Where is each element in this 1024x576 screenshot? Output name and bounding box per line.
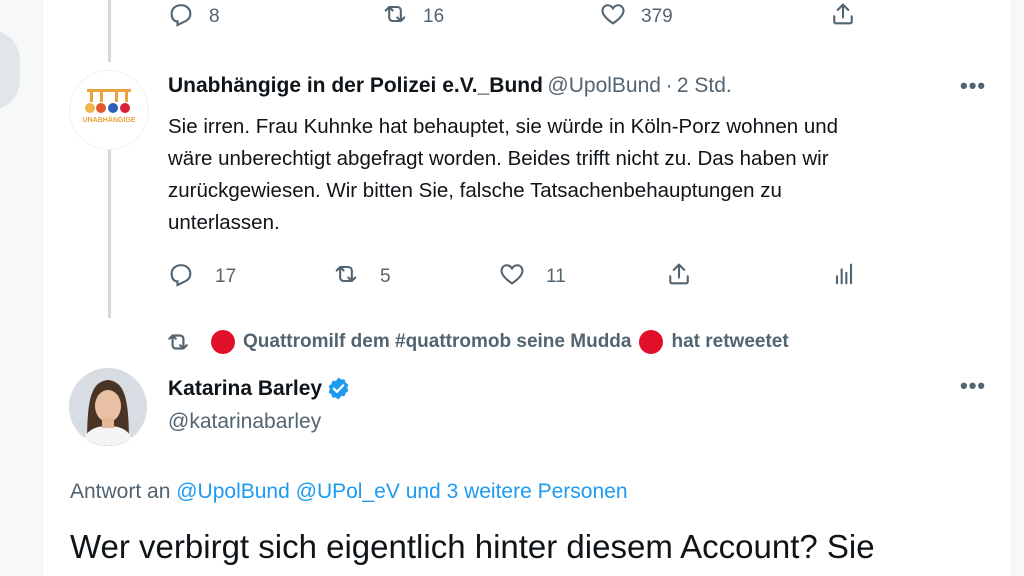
thread-connector-middle (108, 150, 111, 318)
reply-context: Antwort an @UpolBund @UPol_eV und 3 weit… (70, 480, 628, 504)
tweet1-time[interactable]: 2 Std. (677, 74, 732, 97)
tweet2-handle[interactable]: @katarinabarley (168, 410, 321, 434)
mention-upolbund[interactable]: @UpolBund (176, 480, 290, 503)
profile-photo-icon (69, 368, 147, 446)
tweet1-analytics-action[interactable] (830, 260, 858, 294)
retweeted-label: hat retweetet (671, 331, 789, 352)
reply-icon (167, 260, 195, 294)
tweet1-reply-count: 17 (215, 266, 237, 287)
tweet1-text-line: wäre unberechtigt abgefragt worden. Beid… (168, 147, 829, 170)
tweet2-header: Katarina Barley (168, 376, 351, 401)
reply-and: und (405, 480, 441, 503)
reply-action[interactable]: 8 (167, 0, 220, 34)
tweet1-display-name[interactable]: Unabhängige in der Polizei e.V._Bund (168, 74, 543, 97)
tweet1-handle[interactable]: @UpolBund (547, 74, 661, 97)
retweet-icon (332, 260, 360, 294)
tweet1-retweet-action[interactable]: 5 (332, 260, 391, 294)
share-action[interactable] (829, 0, 857, 34)
reply-prefix: Antwort an (70, 480, 171, 503)
adjacent-panel-edge (0, 30, 20, 110)
retweet-banner: Quattromilf dem #quattromob seine Mudda … (165, 329, 789, 355)
upol-logo-text: UNABHÄNGIGE (82, 117, 136, 124)
tweet1-header: Unabhängige in der Polizei e.V._Bund @Up… (168, 74, 732, 98)
retweet-count: 16 (423, 6, 445, 27)
retweet-icon (381, 0, 409, 34)
tweet2-text: Wer verbirgt sich eigentlich hinter dies… (70, 528, 875, 565)
more-icon: ••• (960, 73, 987, 98)
verified-badge-icon (326, 376, 351, 401)
heart-icon (498, 260, 526, 294)
tweet1-more-button[interactable]: ••• (960, 73, 986, 99)
like-action[interactable]: 379 (599, 0, 673, 34)
timeline-column: 8 16 379 UNABHÄNGIGE Unabhängige in der … (42, 0, 1012, 576)
tweet1-separator: · (665, 74, 673, 97)
tweet1-text-line: unterlassen. (168, 211, 280, 234)
upol-avatar[interactable]: UNABHÄNGIGE (69, 70, 149, 150)
like-count: 379 (641, 6, 673, 27)
red-circle-emoji-icon (639, 330, 664, 354)
reply-count: 8 (209, 6, 220, 27)
analytics-icon (830, 260, 858, 294)
tweet1-reply-action[interactable]: 17 (167, 260, 236, 294)
retweet-indicator-icon (165, 329, 191, 355)
barley-avatar[interactable] (69, 368, 147, 446)
mention-more-people[interactable]: 3 weitere Personen (447, 480, 628, 503)
share-icon (829, 0, 857, 34)
red-circle-emoji-icon (211, 330, 235, 354)
thread-connector-top (108, 0, 111, 62)
tweet1-text-line: Sie irren. Frau Kuhnke hat behauptet, si… (168, 115, 839, 138)
tweet1-like-count: 11 (546, 266, 566, 287)
tweet2-display-name[interactable]: Katarina Barley (168, 377, 322, 401)
reply-icon (167, 0, 195, 34)
tweet1-retweet-count: 5 (380, 266, 391, 287)
retweet-action[interactable]: 16 (381, 0, 444, 34)
tweet2-more-button[interactable]: ••• (960, 373, 986, 399)
upol-logo-icon (85, 89, 131, 113)
tweet1-text-line: zurückgewiesen. Wir bitten Sie, falsche … (168, 179, 782, 202)
mention-upol-ev[interactable]: @UPol_eV (296, 480, 400, 503)
more-icon: ••• (960, 373, 987, 398)
tweet1-text: Sie irren. Frau Kuhnke hat behauptet, si… (168, 111, 988, 239)
share-icon (665, 260, 693, 294)
tweet1-like-action[interactable]: 11 (498, 260, 566, 294)
retweeter-name[interactable]: Quattromilf dem #quattromob seine Mudda (243, 331, 631, 353)
tweet1-share-action[interactable] (665, 260, 693, 294)
heart-icon (599, 0, 627, 34)
